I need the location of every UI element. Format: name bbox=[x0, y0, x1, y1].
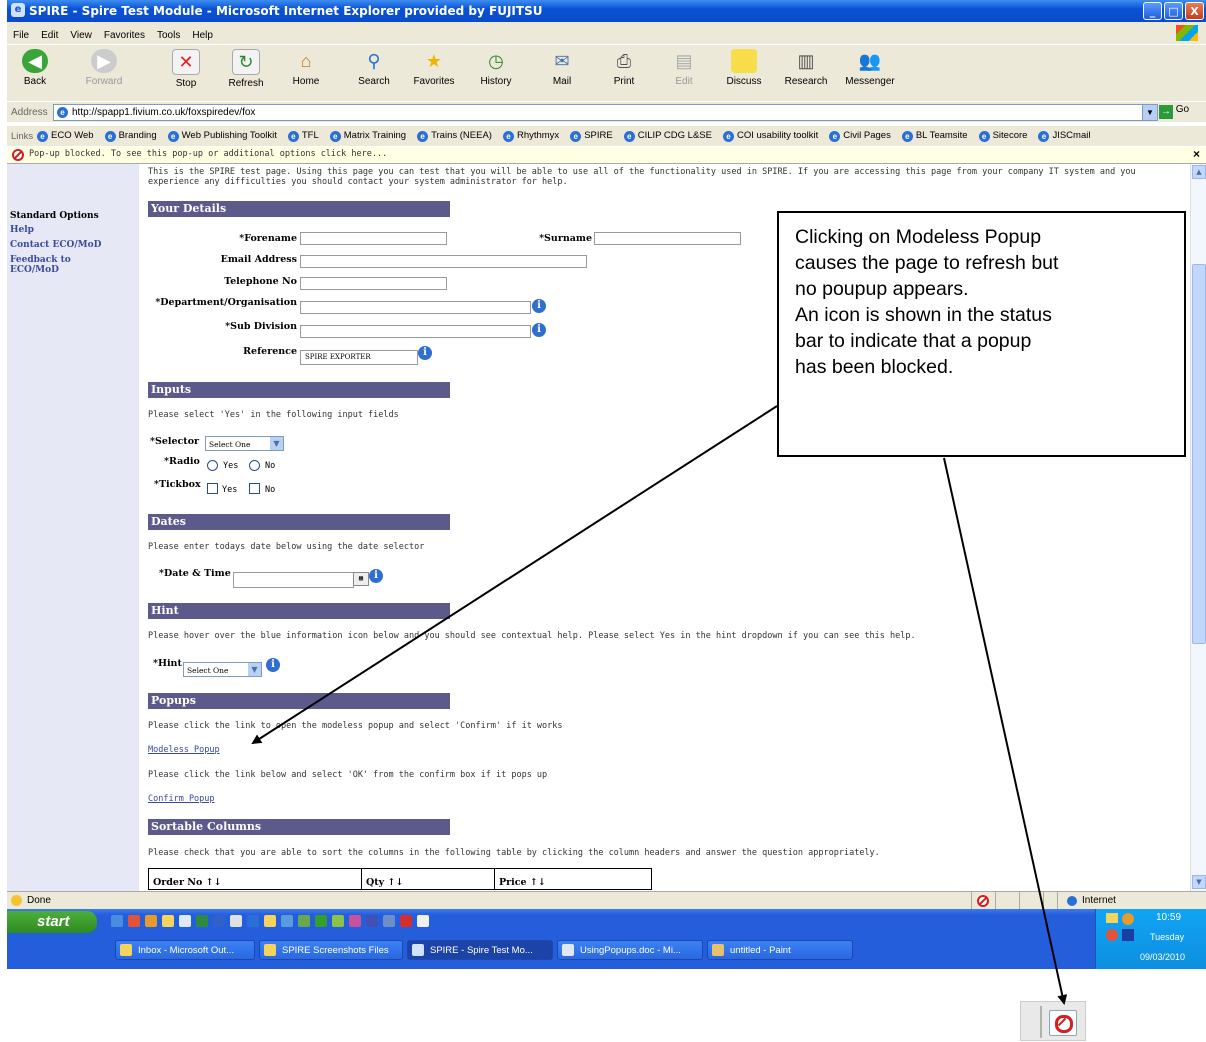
arrow-to-modeless-link bbox=[251, 405, 778, 745]
arrow-to-zoomed-icon bbox=[943, 457, 1068, 1005]
annotation-arrows bbox=[251, 405, 1068, 1005]
